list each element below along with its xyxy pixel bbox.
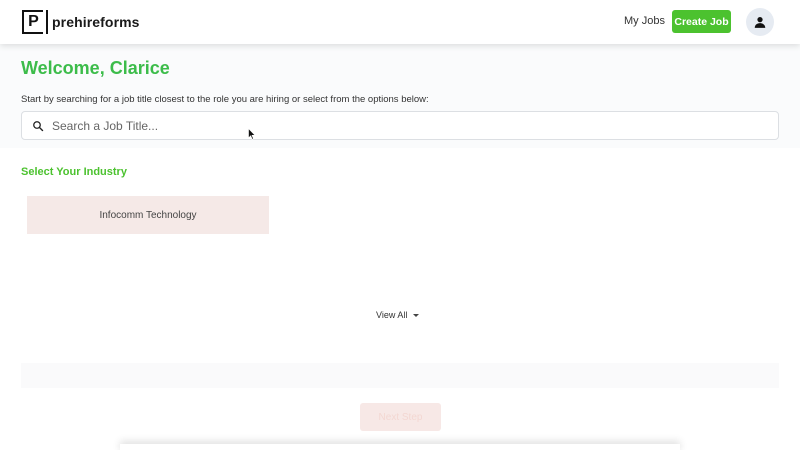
view-all-toggle[interactable]: View All bbox=[376, 310, 420, 320]
logo-letter: P bbox=[28, 13, 39, 30]
logo-text: prehireforms bbox=[52, 14, 140, 30]
select-industry-heading: Select Your Industry bbox=[21, 166, 127, 178]
user-icon bbox=[754, 17, 766, 28]
search-icon bbox=[32, 120, 44, 132]
user-avatar-button[interactable] bbox=[746, 8, 774, 36]
create-job-button[interactable]: Create Job bbox=[672, 10, 731, 33]
instructions-text: Start by searching for a job title close… bbox=[21, 94, 429, 105]
industry-card-infocomm[interactable]: Infocomm Technology bbox=[27, 196, 269, 234]
nav-my-jobs-link[interactable]: My Jobs bbox=[624, 15, 665, 27]
logo-mark: P bbox=[22, 10, 43, 34]
welcome-heading: Welcome, Clarice bbox=[21, 58, 170, 78]
mouse-cursor-icon bbox=[248, 128, 256, 140]
bottom-panel-edge bbox=[120, 444, 680, 450]
brand-logo[interactable]: P prehireforms bbox=[22, 10, 140, 34]
footer-band bbox=[21, 363, 779, 388]
logo-bar bbox=[46, 10, 48, 34]
view-all-label: View All bbox=[376, 310, 408, 320]
caret-down-icon bbox=[413, 313, 420, 317]
top-navbar: P prehireforms My Jobs Create Job bbox=[0, 0, 800, 44]
job-title-search[interactable] bbox=[21, 111, 779, 140]
search-input[interactable] bbox=[52, 118, 778, 133]
next-step-button[interactable]: Next Step bbox=[360, 403, 441, 431]
